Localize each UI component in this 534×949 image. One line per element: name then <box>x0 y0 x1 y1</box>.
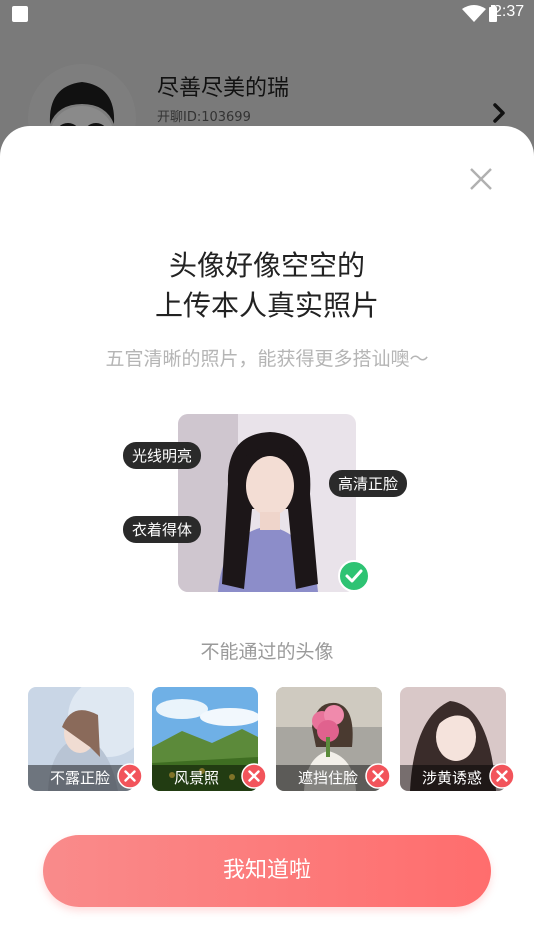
status-time: 2:37 <box>493 3 525 20</box>
notification-icon <box>12 6 28 22</box>
wifi-icon <box>462 5 486 22</box>
profile-id: 开聊ID:103699 <box>157 110 251 125</box>
reject-x-icon <box>117 763 143 789</box>
profile-name: 尽善尽美的瑞 <box>157 76 290 101</box>
dialog-title-line2: 上传本人真实照片 <box>154 289 379 322</box>
close-icon[interactable] <box>468 166 494 192</box>
dialog-title-line1: 头像好像空空的 <box>168 249 365 282</box>
confirm-button[interactable]: 我知道啦 <box>43 835 491 907</box>
reject-x-icon <box>489 763 515 789</box>
profile-header[interactable]: 尽善尽美的瑞 开聊ID:103699 <box>0 28 534 172</box>
chevron-right-icon[interactable] <box>490 102 508 124</box>
tag-decent-dress: 衣着得体 <box>123 516 202 543</box>
reject-x-icon <box>365 763 391 789</box>
status-bar: 2:37 <box>0 0 534 28</box>
avatar-tips-dialog: 头像好像空空的 上传本人真实照片 五官清晰的照片，能获得更多搭讪噢〜 光线明亮 … <box>0 126 534 949</box>
rejected-section-title: 不能通过的头像 <box>200 641 334 663</box>
reject-x-icon <box>241 763 267 789</box>
dialog-subtitle: 五官清晰的照片，能获得更多搭讪噢〜 <box>105 348 429 370</box>
check-circle-icon <box>338 560 370 592</box>
tag-hd-front-face: 高清正脸 <box>329 470 408 497</box>
tag-bright-light: 光线明亮 <box>123 442 202 469</box>
good-example-photo <box>178 414 356 592</box>
